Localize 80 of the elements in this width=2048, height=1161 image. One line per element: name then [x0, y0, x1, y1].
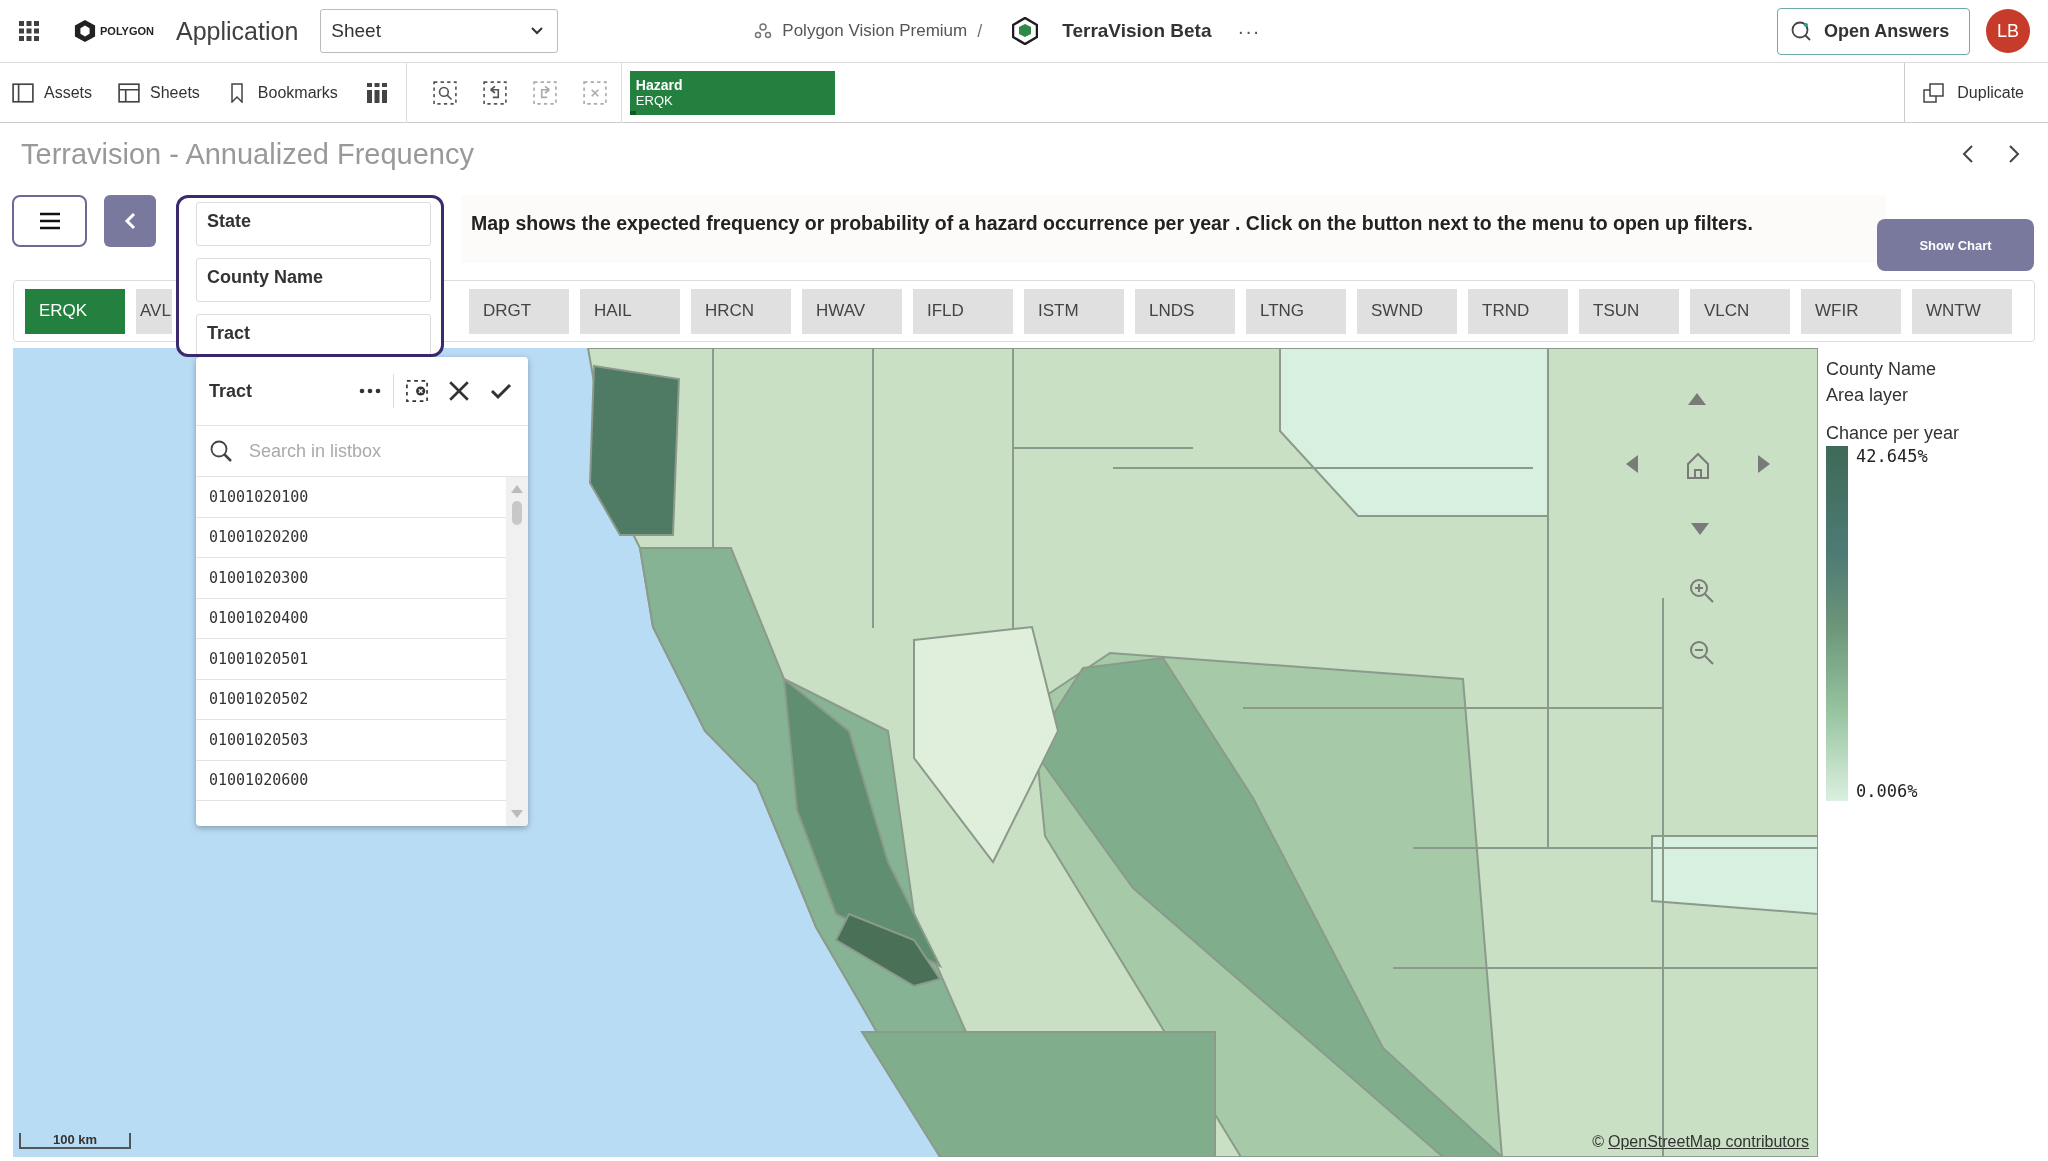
hazard-tab[interactable]: TRND [1468, 288, 1568, 334]
listbox-title: Tract [209, 380, 254, 402]
hazard-tab[interactable]: WNTW [1912, 288, 2012, 334]
toolbar-tab[interactable]: Bookmarks [221, 82, 342, 103]
copyright-sign: © [1592, 1133, 1604, 1151]
hazard-tab[interactable]: AVL [136, 288, 172, 334]
legend-max: 42.645% [1856, 446, 1928, 466]
pan-down-icon[interactable] [1690, 522, 1710, 536]
search-icon [209, 439, 233, 463]
more-icon[interactable] [359, 388, 381, 394]
clear-selections-icon[interactable] [582, 80, 607, 105]
pan-up-icon[interactable] [1687, 392, 1707, 406]
zoom-out-icon[interactable] [1689, 640, 1715, 666]
legend-title: County Name [1826, 358, 1938, 381]
smart-search-icon[interactable] [432, 80, 457, 105]
info-text: Map shows the expected frequency or probability of a hazard occurrence per year . Click on the button next to the menu to open up filters. [471, 212, 1753, 235]
clear-selection-icon[interactable] [406, 380, 428, 402]
scroll-down-icon[interactable] [511, 810, 523, 818]
selection-chip[interactable]: Hazard ERQK [629, 70, 835, 115]
chip-title: Hazard [635, 77, 684, 93]
sheet-title: Terravision - Annualized Frequency [21, 137, 475, 171]
toolbar-tab[interactable]: Assets [8, 82, 96, 103]
hazard-tab[interactable]: ERQK [25, 288, 125, 334]
hexagon-logo-icon [1012, 17, 1039, 45]
hazard-tab[interactable]: IFLD [913, 288, 1013, 334]
chevron-down-icon [531, 27, 544, 35]
hazard-tab[interactable]: ISTM [1024, 288, 1124, 334]
previous-sheet-icon[interactable] [1962, 144, 1974, 164]
next-sheet-icon[interactable] [2008, 144, 2020, 164]
hazard-tab[interactable]: LTNG [1246, 288, 1346, 334]
toolbar-tab[interactable]: Sheets [114, 82, 204, 103]
hexagon-logo-icon [74, 19, 96, 43]
scrollbar-thumb[interactable] [512, 501, 522, 525]
hazard-tab[interactable]: WFIR [1801, 288, 1901, 334]
hazard-tab[interactable]: TSUN [1579, 288, 1679, 334]
scrollbar[interactable] [506, 477, 528, 826]
sheets-icon [118, 82, 140, 103]
people-icon [753, 21, 774, 41]
hazard-tab[interactable]: HAIL [580, 288, 680, 334]
legend-subtitle: Area layer [1826, 384, 1910, 407]
legend-min: 0.006% [1856, 781, 1919, 801]
duplicate-icon [1923, 82, 1946, 103]
legend-measure: Chance per year [1826, 422, 1961, 445]
open-answers-button[interactable]: Open Answers [1777, 7, 1970, 55]
hazard-tab[interactable]: HWAV [802, 288, 902, 334]
more-menu[interactable]: ··· [1237, 19, 1261, 43]
back-button[interactable] [104, 195, 156, 247]
answers-icon [1790, 20, 1812, 42]
step-back-icon[interactable] [482, 80, 507, 105]
sheet-select[interactable]: Sheet [320, 9, 559, 53]
filter-item[interactable]: County Name [196, 258, 431, 302]
grid-layout-icon[interactable] [365, 81, 388, 104]
attribution-link[interactable]: OpenStreetMap contributors [1608, 1133, 1809, 1151]
hazard-tab[interactable]: HRCN [691, 288, 791, 334]
chip-value: ERQK [635, 93, 674, 108]
filter-item[interactable]: State [196, 202, 431, 246]
app-title: TerraVision Beta [1062, 20, 1212, 42]
menu-icon [38, 212, 61, 230]
hazard-tab[interactable]: LNDS [1135, 288, 1235, 334]
pan-right-icon[interactable] [1757, 454, 1771, 474]
home-icon[interactable] [1686, 452, 1710, 480]
app-name: Application [176, 16, 299, 46]
menu-button[interactable] [12, 195, 87, 247]
apps-grid-icon[interactable] [18, 20, 40, 42]
step-forward-icon[interactable] [532, 80, 557, 105]
pan-left-icon[interactable] [1625, 454, 1639, 474]
hazard-tab[interactable]: DRGT [469, 288, 569, 334]
scroll-up-icon[interactable] [511, 485, 523, 493]
close-icon[interactable] [448, 380, 470, 402]
show-chart-button[interactable]: Show Chart [1877, 219, 2034, 271]
panel-icon [12, 82, 34, 103]
space-name[interactable]: Polygon Vision Premium [782, 21, 968, 41]
user-avatar[interactable]: LB [1986, 9, 2030, 53]
chevron-left-icon [124, 212, 136, 230]
logo-text: POLYGON [100, 25, 154, 37]
hazard-tab[interactable]: SWND [1357, 288, 1457, 334]
zoom-in-icon[interactable] [1689, 578, 1715, 604]
hazard-tab[interactable]: VLCN [1690, 288, 1790, 334]
scale-bar: 100 km [19, 1133, 131, 1149]
breadcrumb-separator: / [977, 20, 983, 42]
